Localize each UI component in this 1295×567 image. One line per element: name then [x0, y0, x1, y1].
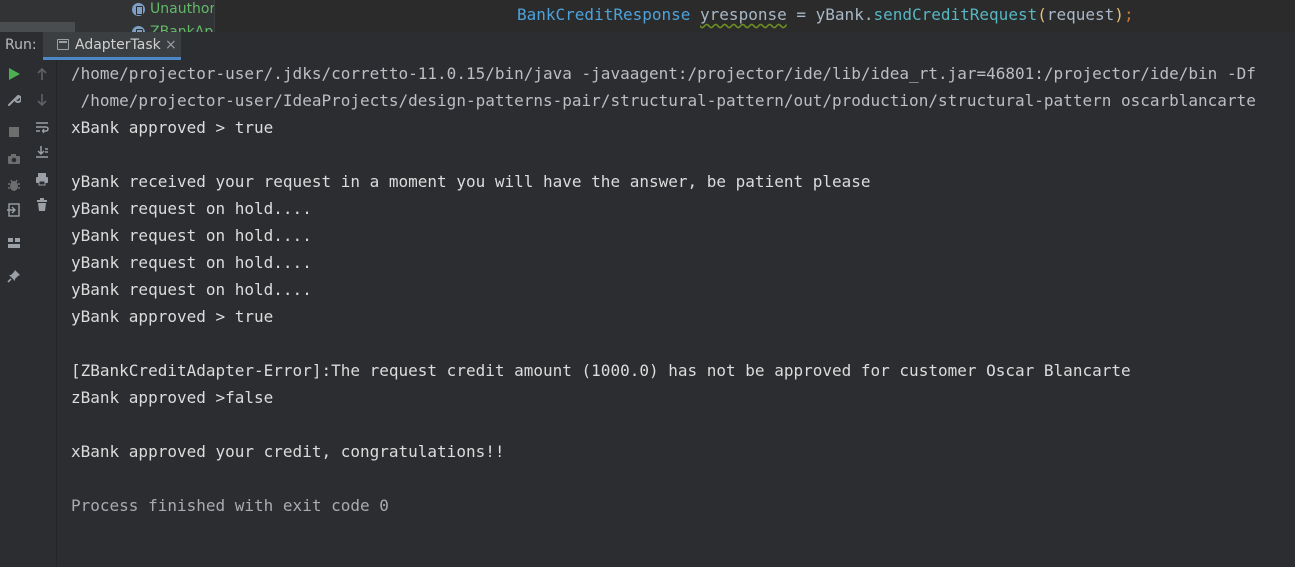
- exit-button[interactable]: [4, 200, 24, 220]
- code-method-token: sendCreditRequest: [873, 5, 1038, 24]
- run-panel-label: Run:: [5, 37, 37, 53]
- soft-wrap-icon: [36, 122, 49, 134]
- project-tree-pane: Unauthor ZBankApi: [0, 0, 215, 32]
- console-line: yBank request on hold....: [71, 280, 312, 299]
- pin-icon: [7, 270, 20, 283]
- print-button[interactable]: [32, 169, 52, 189]
- project-tree-item-label: ZBankApi: [150, 24, 215, 32]
- code-type-token: BankCreditResponse: [517, 5, 691, 24]
- code-variable-token: yresponse: [700, 5, 787, 24]
- console-line: yBank approved > true: [71, 307, 274, 326]
- editor-strip: Unauthor ZBankApi BankCreditResponse yre…: [0, 0, 1295, 32]
- run-tool-window-header: Run: AdapterTask ×: [0, 32, 1295, 61]
- wrench-icon: [8, 94, 21, 106]
- console-line: zBank approved >false: [71, 388, 274, 407]
- restore-layout-button[interactable]: [4, 233, 24, 253]
- console-line: /home/projector-user/.jdks/corretto-11.0…: [71, 64, 1256, 83]
- console-line: xBank approved > true: [71, 118, 274, 137]
- down-arrow-icon: [37, 94, 47, 107]
- project-tree-scrollbar[interactable]: [0, 22, 75, 32]
- code-paren-token: ): [1114, 5, 1124, 24]
- scroll-to-end-button[interactable]: [32, 142, 52, 162]
- rerun-icon: [9, 68, 20, 80]
- editor-code-line[interactable]: BankCreditResponse yresponse = yBank.sen…: [517, 5, 1134, 24]
- scroll-to-end-icon: [36, 146, 48, 158]
- code-argument-token: request: [1046, 5, 1115, 24]
- stop-button[interactable]: [4, 122, 24, 142]
- console-line: yBank request on hold....: [71, 199, 312, 218]
- code-object-token: yBank.: [815, 5, 874, 24]
- run-console-toolbar: [28, 60, 57, 567]
- exit-icon: [7, 203, 20, 217]
- project-tree-item[interactable]: Unauthor: [132, 0, 215, 18]
- previous-occurrence-button[interactable]: [32, 64, 52, 84]
- camera-icon: [8, 154, 20, 164]
- console-line: xBank approved your credit, congratulati…: [71, 442, 505, 461]
- console-line: [ZBankCreditAdapter-Error]:The request c…: [71, 361, 1131, 380]
- debug-bug-icon: [8, 179, 20, 191]
- print-icon: [36, 173, 48, 186]
- process-exit-message: Process finished with exit code 0: [71, 496, 389, 515]
- rerun-button[interactable]: [4, 64, 24, 84]
- stop-icon: [9, 127, 19, 137]
- clear-all-button[interactable]: [32, 195, 52, 215]
- modify-run-configuration-button[interactable]: [4, 90, 24, 110]
- console-output[interactable]: /home/projector-user/.jdks/corretto-11.0…: [57, 60, 1295, 567]
- project-tree-item[interactable]: ZBankApi: [132, 23, 215, 32]
- tab-adapter-task[interactable]: AdapterTask ×: [43, 32, 181, 60]
- code-operator-token: =: [796, 5, 807, 24]
- tab-label: AdapterTask: [75, 37, 161, 53]
- next-occurrence-button[interactable]: [32, 90, 52, 110]
- run-primary-toolbar: [0, 60, 29, 567]
- soft-wrap-button[interactable]: [32, 117, 52, 137]
- thread-dump-button[interactable]: [4, 149, 24, 169]
- application-icon: [57, 39, 69, 50]
- code-semicolon-token: ;: [1123, 5, 1134, 24]
- console-line: /home/projector-user/IdeaProjects/design…: [71, 91, 1256, 110]
- close-icon[interactable]: ×: [165, 37, 177, 53]
- layout-icon: [8, 238, 20, 248]
- trash-icon: [37, 198, 47, 211]
- up-arrow-icon: [37, 67, 47, 80]
- class-lock-icon: [132, 2, 145, 16]
- project-tree-item-label: Unauthor: [150, 1, 215, 17]
- console-line: yBank received your request in a moment …: [71, 172, 871, 191]
- console-line: yBank request on hold....: [71, 253, 312, 272]
- debug-button[interactable]: [4, 175, 24, 195]
- pin-tab-button[interactable]: [4, 266, 24, 286]
- console-line: yBank request on hold....: [71, 226, 312, 245]
- code-paren-token: (: [1037, 5, 1047, 24]
